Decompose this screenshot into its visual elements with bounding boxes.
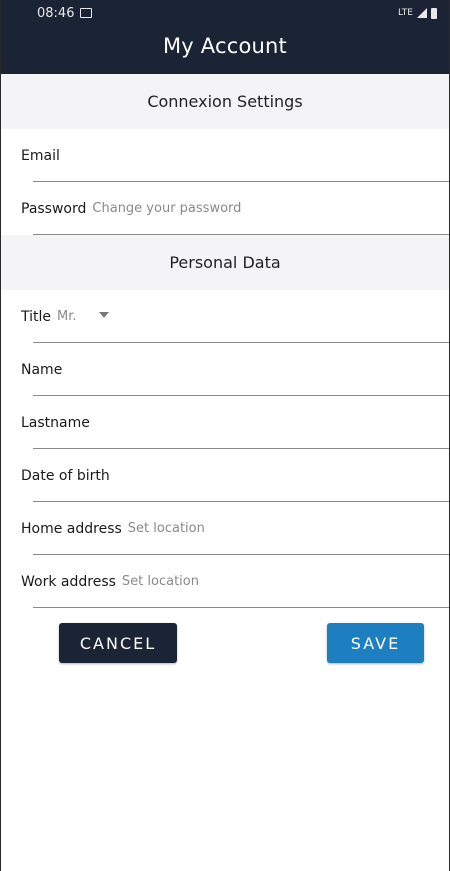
date-of-birth-field[interactable]: Date of birth (1, 449, 449, 502)
image-notification-icon (80, 8, 93, 18)
name-field[interactable]: Name (1, 343, 449, 396)
action-buttons: CANCEL SAVE (1, 608, 449, 688)
status-time: 08:46 (37, 5, 75, 21)
password-label: Password (21, 200, 87, 217)
status-left: 08:46 (37, 5, 93, 21)
signal-icon (417, 8, 427, 18)
work-address-placeholder: Set location (121, 574, 199, 589)
date-of-birth-label: Date of birth (21, 467, 110, 484)
page-title: My Account (162, 34, 287, 58)
section-header-personal: Personal Data (1, 235, 449, 290)
lastname-field[interactable]: Lastname (1, 396, 449, 449)
work-address-field[interactable]: Work address Set location (1, 555, 449, 608)
password-placeholder: Change your password (92, 201, 242, 216)
status-bar: 08:46 LTE (1, 0, 449, 26)
section-header-connexion: Connexion Settings (1, 74, 449, 129)
title-select-value: Mr. (57, 309, 77, 324)
email-label: Email (21, 147, 60, 164)
app-header: 08:46 LTE My Account (1, 0, 449, 74)
name-label: Name (21, 361, 63, 378)
title-field[interactable]: Title Mr. (1, 290, 449, 343)
title-label: Title (21, 308, 52, 325)
home-address-field[interactable]: Home address Set location (1, 502, 449, 555)
battery-icon (431, 7, 437, 19)
phone-screen: 08:46 LTE My Account Connexion Settings … (0, 0, 450, 871)
dropdown-caret-icon[interactable] (98, 311, 109, 318)
title-select[interactable]: Mr. (57, 309, 109, 324)
password-field[interactable]: Password Change your password (1, 182, 449, 235)
network-type: LTE (398, 8, 413, 18)
home-address-placeholder: Set location (127, 521, 205, 536)
lastname-label: Lastname (21, 414, 90, 431)
work-address-label: Work address (21, 573, 116, 590)
cancel-button[interactable]: CANCEL (59, 623, 177, 663)
save-button[interactable]: SAVE (327, 623, 424, 663)
home-address-label: Home address (21, 520, 122, 537)
email-field[interactable]: Email (1, 129, 449, 182)
status-right: LTE (398, 7, 437, 19)
